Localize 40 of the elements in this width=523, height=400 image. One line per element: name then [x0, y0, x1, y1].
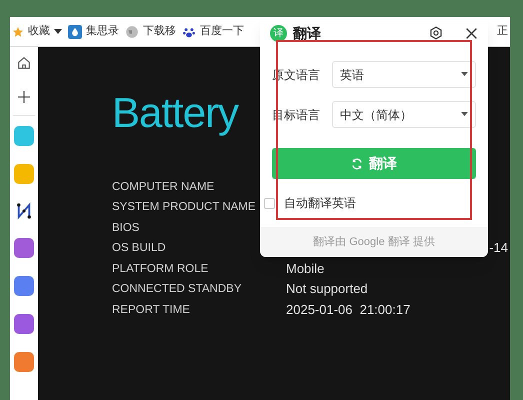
- popup-title: 翻译: [293, 24, 321, 42]
- globe-icon: [125, 24, 139, 38]
- drop-icon: [68, 24, 82, 38]
- row-value: -14: [489, 239, 509, 257]
- row-label: BIOS: [112, 222, 140, 234]
- app-icon[interactable]: [14, 276, 34, 296]
- app-icon[interactable]: [14, 314, 34, 334]
- home-icon[interactable]: [16, 55, 32, 71]
- network-icon[interactable]: [15, 202, 33, 220]
- close-icon[interactable]: [465, 26, 478, 40]
- bookmark-link[interactable]: 集思录: [86, 23, 119, 40]
- row-label: COMPUTER NAME: [112, 180, 214, 193]
- row-value: Not supported: [286, 280, 368, 298]
- auto-translate-checkbox[interactable]: [264, 198, 275, 208]
- row-label: PLATFORM ROLE: [112, 262, 208, 275]
- row-label: CONNECTED STANDBY: [112, 283, 242, 296]
- row-label: OS BUILD: [112, 242, 166, 254]
- language-select[interactable]: 中文（简体）: [332, 101, 476, 128]
- bookmark-link[interactable]: 下载移: [143, 23, 176, 40]
- caret-icon: [461, 112, 468, 117]
- bookmark-link[interactable]: 正: [497, 23, 508, 40]
- app-icon[interactable]: [14, 352, 34, 372]
- app-icon[interactable]: [14, 238, 34, 258]
- star-icon: [12, 26, 24, 38]
- row-label: REPORT TIME: [112, 304, 190, 316]
- refresh-icon: [351, 158, 363, 170]
- bookmark-link[interactable]: 百度一下: [200, 23, 244, 40]
- checkbox-label: 自动翻译英语: [284, 195, 356, 212]
- caret-icon: [461, 72, 468, 77]
- caret-icon[interactable]: [54, 28, 62, 34]
- footer-text: 翻译由 Google 翻译 提供: [313, 234, 435, 250]
- report-title: Battery: [112, 88, 238, 138]
- bookmark-link[interactable]: 收藏: [28, 23, 50, 40]
- language-select[interactable]: 英语: [332, 61, 476, 88]
- settings-icon[interactable]: [429, 26, 443, 40]
- plus-icon[interactable]: [16, 89, 32, 105]
- row-label: SYSTEM PRODUCT NAME: [112, 201, 256, 214]
- row-value: Mobile: [286, 260, 324, 278]
- row-value: 2025-01-06 21:00:17: [286, 300, 410, 318]
- app-logo: 译: [270, 24, 287, 42]
